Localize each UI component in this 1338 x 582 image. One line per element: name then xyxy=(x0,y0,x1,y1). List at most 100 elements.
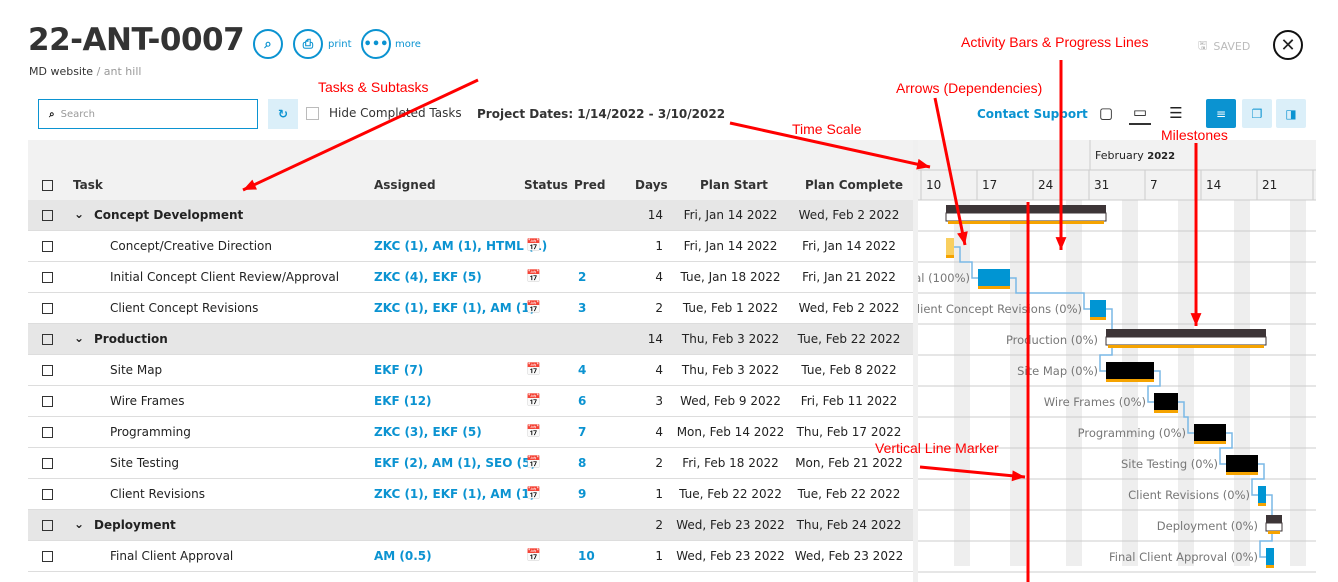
row-checkbox[interactable] xyxy=(42,489,53,500)
view-compact-button[interactable]: ▢ xyxy=(1095,101,1117,125)
task-row[interactable]: Site Testing EKF (2), AM (1), SEO (5) 📅 8 2 F… xyxy=(28,448,913,479)
plan-complete: Wed, Feb 23 2022 xyxy=(794,549,904,563)
assigned-resources[interactable]: EKF (2), AM (1), SEO (5) xyxy=(374,456,536,470)
task-name[interactable]: Final Client Approval xyxy=(110,549,233,563)
calendar-status-icon[interactable]: 📅 xyxy=(526,238,541,252)
more-link[interactable]: more xyxy=(395,39,421,50)
task-row[interactable]: Client Revisions ZKC (1), EKF (1), AM (1)… xyxy=(28,479,913,510)
row-checkbox[interactable] xyxy=(42,396,53,407)
row-checkbox[interactable] xyxy=(42,520,53,531)
search-project-button[interactable]: ⌕ xyxy=(253,29,283,59)
row-checkbox[interactable] xyxy=(42,551,53,562)
task-name[interactable]: Production xyxy=(94,332,168,346)
chevron-down-icon[interactable]: ⌄ xyxy=(74,331,84,345)
task-name[interactable]: Concept/Creative Direction xyxy=(110,239,272,253)
task-name[interactable]: Site Testing xyxy=(110,456,179,470)
weekend-stripe xyxy=(1178,200,1194,566)
print-link[interactable]: print xyxy=(328,39,352,50)
row-checkbox[interactable] xyxy=(42,334,53,345)
calendar-status-icon[interactable]: 📅 xyxy=(526,269,541,283)
task-row[interactable]: Initial Concept Client Review/Approval ZK… xyxy=(28,262,913,293)
predecessor[interactable]: 6 xyxy=(578,394,586,408)
task-row[interactable]: Programming ZKC (3), EKF (5) 📅 7 4 Mon, Feb 1… xyxy=(28,417,913,448)
days: 2 xyxy=(655,301,663,315)
assigned-resources[interactable]: ZKC (1), EKF (1), AM (1) xyxy=(374,301,535,315)
bar-label: Production (0%) xyxy=(1006,333,1098,347)
panel-view-button[interactable]: ◨ xyxy=(1276,99,1306,128)
predecessor[interactable]: 9 xyxy=(578,487,586,501)
calendar-status-icon[interactable]: 📅 xyxy=(526,393,541,407)
calendar-status-icon[interactable]: 📅 xyxy=(526,455,541,469)
month-label: February 2022 xyxy=(1095,149,1175,162)
task-name[interactable]: Programming xyxy=(110,425,191,439)
progress-line xyxy=(1258,503,1266,506)
calendar-status-icon[interactable]: 📅 xyxy=(526,362,541,376)
predecessor[interactable]: 4 xyxy=(578,363,586,377)
task-name[interactable]: Wire Frames xyxy=(110,394,184,408)
predecessor[interactable]: 2 xyxy=(578,270,586,284)
calendar-status-icon[interactable]: 📅 xyxy=(526,486,541,500)
task-name[interactable]: Client Revisions xyxy=(110,487,205,501)
column-pred[interactable]: Pred xyxy=(574,178,605,192)
activity-bar xyxy=(1194,424,1226,441)
refresh-button[interactable]: ↻ xyxy=(268,99,298,129)
assigned-resources[interactable]: ZKC (4), EKF (5) xyxy=(374,270,482,284)
view-medium-button[interactable]: ▭ xyxy=(1129,101,1151,125)
calendar-status-icon[interactable]: 📅 xyxy=(526,548,541,562)
row-checkbox[interactable] xyxy=(42,365,53,376)
view-full-button[interactable]: ☰ xyxy=(1165,101,1187,125)
assigned-resources[interactable]: EKF (12) xyxy=(374,394,432,408)
windows-view-button[interactable]: ❐ xyxy=(1242,99,1272,128)
row-checkbox[interactable] xyxy=(42,458,53,469)
calendar-status-icon[interactable]: 📅 xyxy=(526,424,541,438)
column-status[interactable]: Status xyxy=(524,178,568,192)
contact-support-link[interactable]: Contact Support xyxy=(977,107,1088,121)
row-checkbox[interactable] xyxy=(42,272,53,283)
search-input[interactable]: ⌕ Search xyxy=(38,99,258,129)
row-checkbox[interactable] xyxy=(42,210,53,221)
task-row[interactable]: Site Map EKF (7) 📅 4 4 Thu, Feb 3 2022 Tue, Fe… xyxy=(28,355,913,386)
assigned-resources[interactable]: AM (0.5) xyxy=(374,549,432,563)
hide-completed-checkbox[interactable] xyxy=(306,106,319,120)
assigned-resources[interactable]: ZKC (1), EKF (1), AM (1) xyxy=(374,487,535,501)
task-row[interactable]: Final Client Approval AM (0.5) 📅 10 1 Wed, Fe… xyxy=(28,541,913,572)
assigned-resources[interactable]: ZKC (1), AM (1), HTML (1) xyxy=(374,239,547,253)
task-row[interactable]: Client Concept Revisions ZKC (1), EKF (1)… xyxy=(28,293,913,324)
column-plan-start[interactable]: Plan Start xyxy=(700,178,768,192)
breadcrumb-project[interactable]: MD website xyxy=(29,65,93,78)
task-row[interactable]: Wire Frames EKF (12) 📅 6 3 Wed, Feb 9 2022 Fri… xyxy=(28,386,913,417)
chevron-down-icon[interactable]: ⌄ xyxy=(74,207,84,221)
predecessor[interactable]: 10 xyxy=(578,549,595,563)
chevron-down-icon[interactable]: ⌄ xyxy=(74,517,84,531)
column-plan-complete[interactable]: Plan Complete xyxy=(805,178,903,192)
task-name[interactable]: Concept Development xyxy=(94,208,243,222)
column-assigned[interactable]: Assigned xyxy=(374,178,436,192)
hide-completed-toggle[interactable]: Hide Completed Tasks xyxy=(306,106,462,120)
task-group-row[interactable]: ⌄ Deployment 2 Wed, Feb 23 2022 Thu, Feb 24 … xyxy=(28,510,913,541)
select-all-checkbox[interactable] xyxy=(42,180,53,191)
more-button[interactable]: ••• xyxy=(361,29,391,59)
row-checkbox[interactable] xyxy=(42,427,53,438)
close-button[interactable]: ✕ xyxy=(1273,30,1303,60)
task-name[interactable]: Client Concept Revisions xyxy=(110,301,258,315)
assigned-resources[interactable]: EKF (7) xyxy=(374,363,423,377)
task-name[interactable]: Initial Concept Client Review/Approval xyxy=(110,270,339,284)
calendar-status-icon[interactable]: 📅 xyxy=(526,300,541,314)
column-days[interactable]: Days xyxy=(635,178,668,192)
task-group-row[interactable]: ⌄ Concept Development 14 Fri, Jan 14 2022 We… xyxy=(28,200,913,231)
assigned-resources[interactable]: ZKC (3), EKF (5) xyxy=(374,425,482,439)
summary-bar-body xyxy=(1105,336,1267,346)
row-checkbox[interactable] xyxy=(42,241,53,252)
task-name[interactable]: Deployment xyxy=(94,518,176,532)
gantt-view-button[interactable]: ≡ xyxy=(1206,99,1236,128)
task-name[interactable]: Site Map xyxy=(110,363,162,377)
predecessor[interactable]: 8 xyxy=(578,456,586,470)
plan-complete: Tue, Feb 22 2022 xyxy=(797,332,901,346)
column-task[interactable]: Task xyxy=(73,178,103,192)
task-group-row[interactable]: ⌄ Production 14 Thu, Feb 3 2022 Tue, Feb 22 … xyxy=(28,324,913,355)
predecessor[interactable]: 7 xyxy=(578,425,586,439)
predecessor[interactable]: 3 xyxy=(578,301,586,315)
task-row[interactable]: Concept/Creative Direction ZKC (1), AM (1… xyxy=(28,231,913,262)
row-checkbox[interactable] xyxy=(42,303,53,314)
print-button[interactable]: ⎙ xyxy=(293,29,323,59)
